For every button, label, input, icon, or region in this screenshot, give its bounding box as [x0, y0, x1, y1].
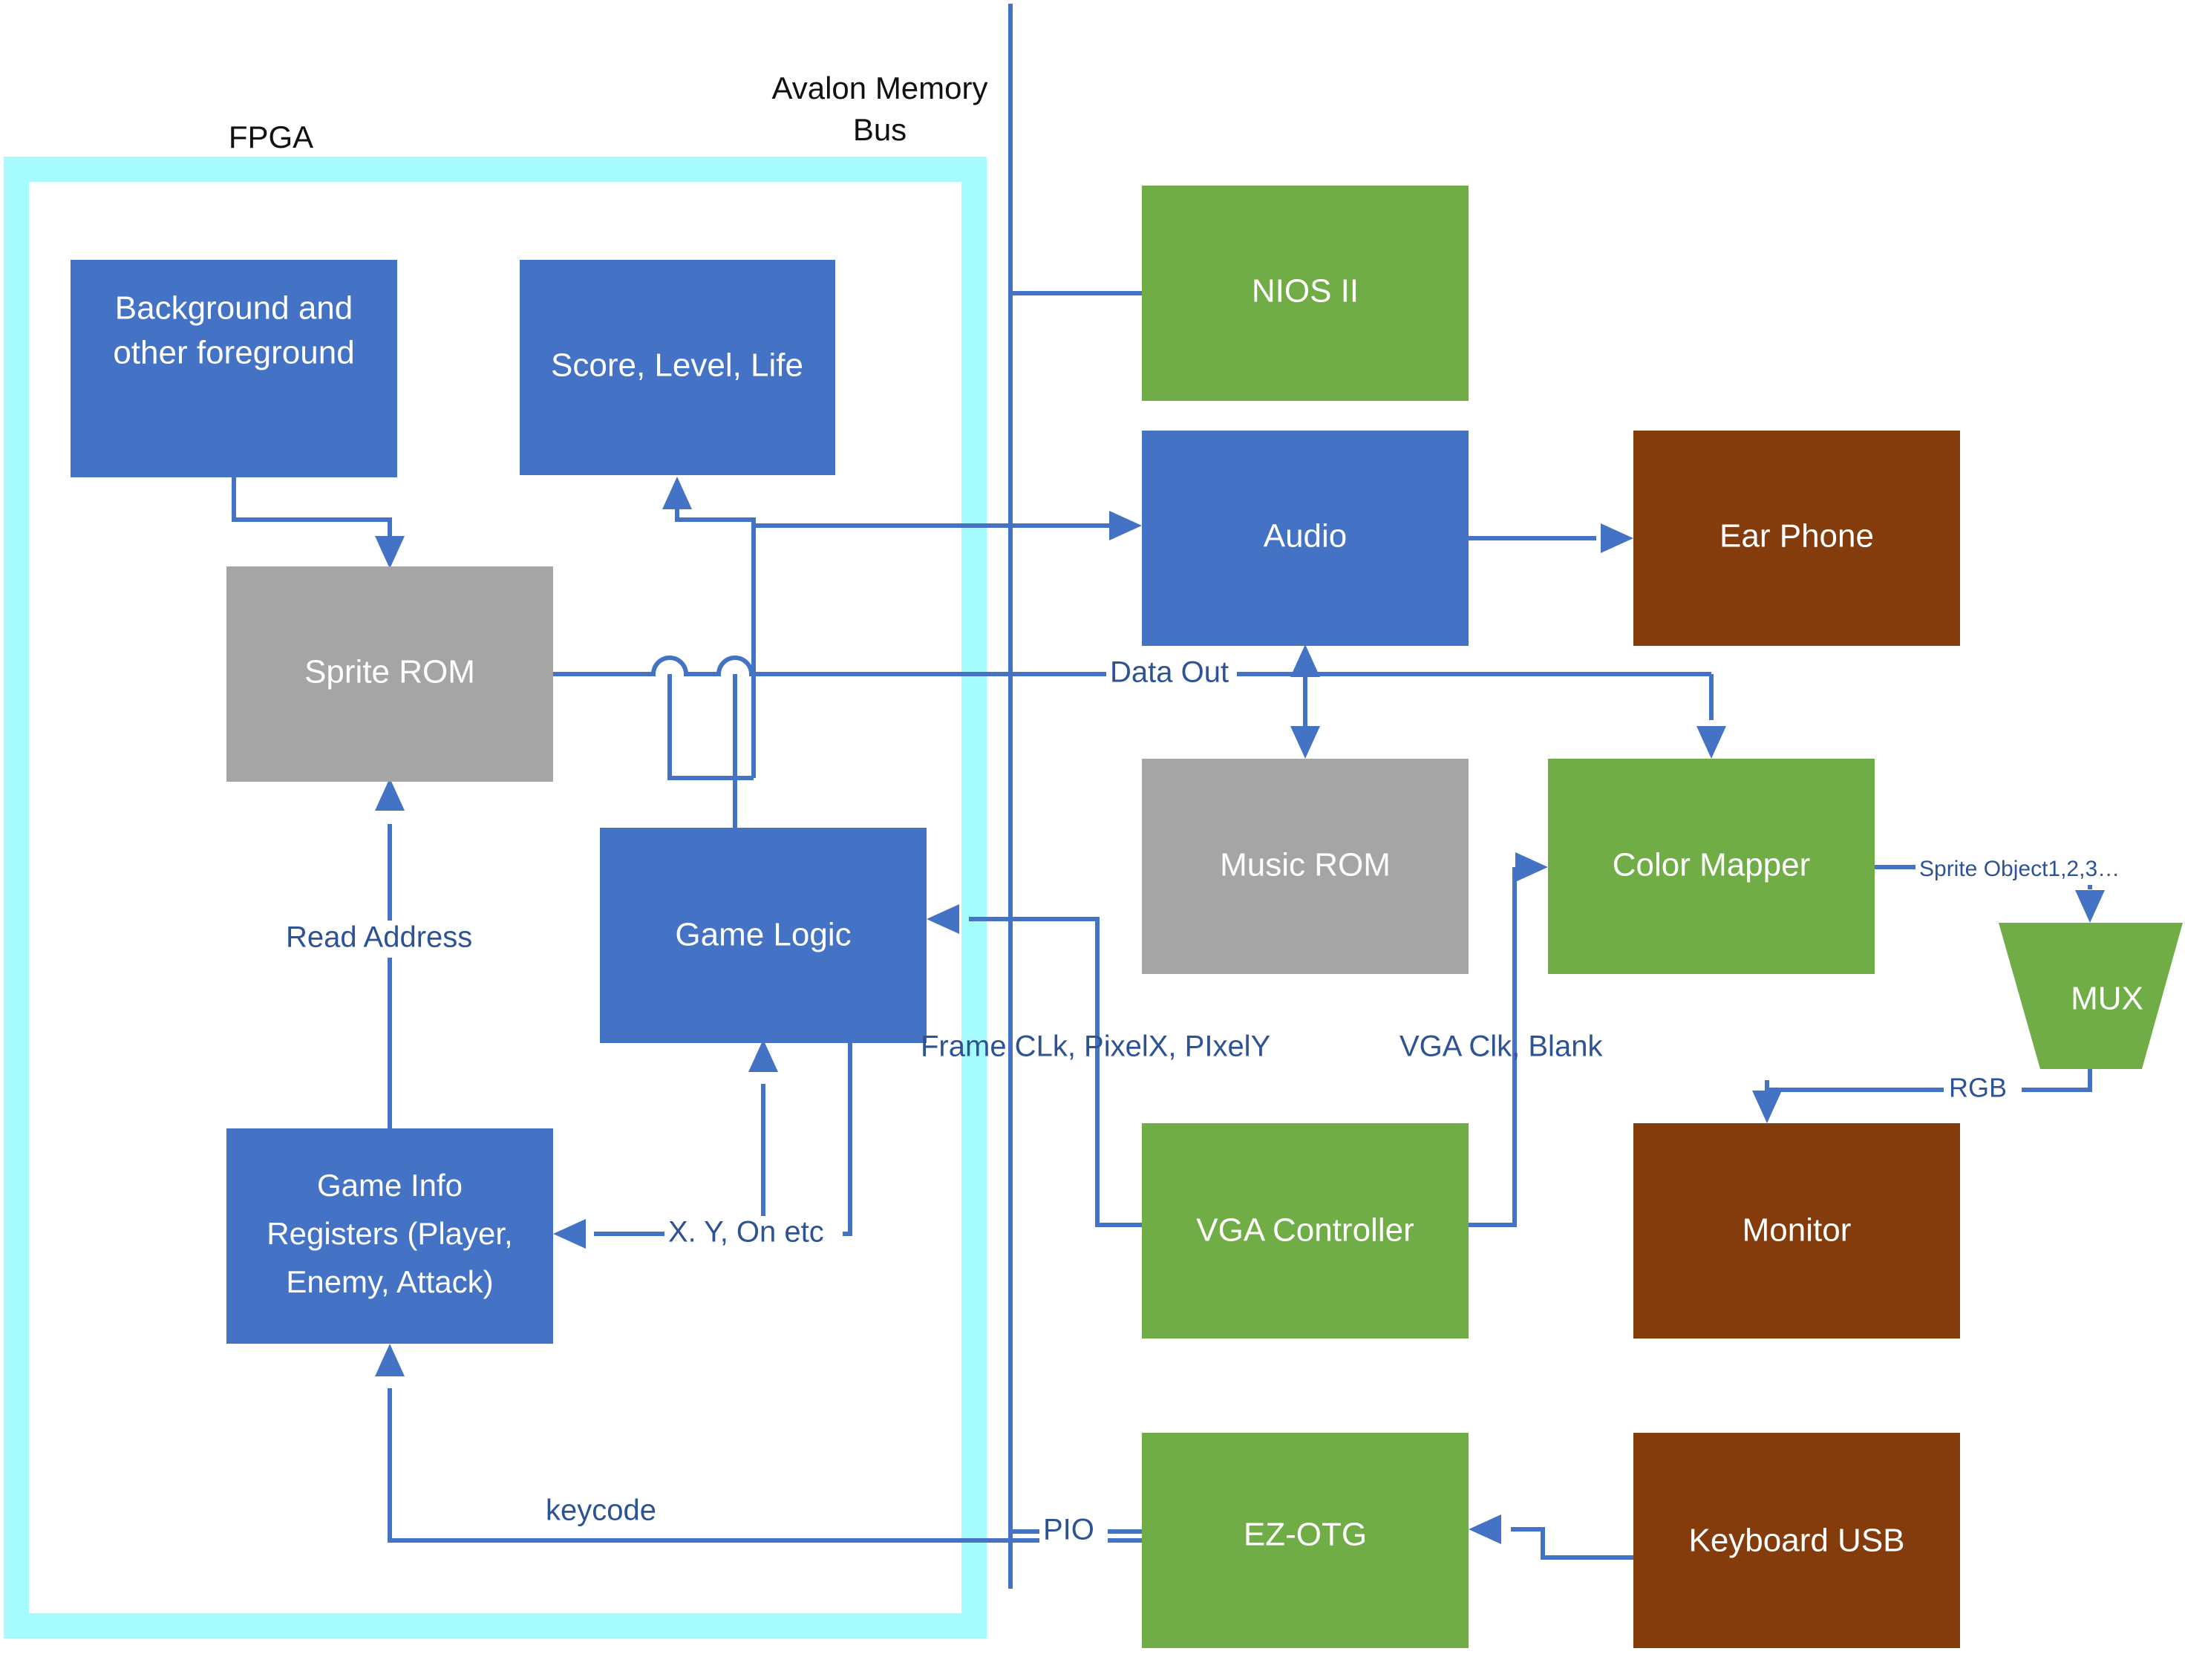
block-game-info-registers-label-2: Registers (Player, — [267, 1216, 512, 1251]
block-game-logic-label: Game Logic — [675, 917, 851, 953]
wire-label-keycode: keycode — [540, 1494, 673, 1531]
wire-background-to-sprite-rom — [232, 477, 392, 549]
block-monitor-label: Monitor — [1743, 1212, 1852, 1249]
wire-label-sprite-object: Sprite Object1,2,3… — [1915, 854, 2160, 885]
wire-hop1-to-score — [667, 674, 754, 780]
arrowhead-music-rom-top — [1290, 726, 1320, 759]
block-vga-controller[interactable]: VGA Controller — [1142, 1123, 1469, 1339]
arrowhead-sprite-rom-top — [375, 536, 405, 569]
block-mux-label: MUX — [2071, 981, 2143, 1017]
block-score-level-life[interactable]: Score, Level, Life — [520, 260, 835, 475]
avalon-bus-label-line1: Avalon Memory — [771, 71, 987, 105]
wire-label-data-out-text: Data Out — [1110, 656, 1229, 689]
block-sprite-rom[interactable]: Sprite ROM — [226, 566, 553, 782]
fpga-block-diagram: Background and other foreground Score, L… — [0, 0, 2185, 1680]
block-color-mapper[interactable]: Color Mapper — [1548, 759, 1875, 974]
block-background-foreground-label-1: Background and — [115, 290, 353, 327]
avalon-bus-label-line2: Bus — [853, 112, 907, 147]
block-game-info-registers[interactable]: Game Info Registers (Player, Enemy, Atta… — [226, 1128, 553, 1344]
wire-score-feed — [675, 496, 756, 778]
block-keyboard-usb-label: Keyboard USB — [1688, 1523, 1904, 1559]
block-ez-otg[interactable]: EZ-OTG — [1142, 1433, 1469, 1648]
block-audio-label: Audio — [1264, 518, 1348, 555]
fpga-label: FPGA — [229, 120, 313, 154]
wire-label-x-y-on-etc-text: X. Y, On etc — [668, 1216, 824, 1249]
wire-label-frame-clk-pixel-text: Frame CLk, PixelX, PIxelY — [921, 1030, 1270, 1063]
block-ez-otg-label: EZ-OTG — [1244, 1517, 1367, 1553]
arrowhead-monitor-top — [1752, 1091, 1782, 1123]
wire-label-rgb-text: RGB — [1949, 1073, 2007, 1103]
block-vga-controller-label: VGA Controller — [1196, 1212, 1414, 1249]
wire-keyboard-to-ezotg — [1511, 1527, 1633, 1560]
arrowhead-audio-bottom — [1290, 644, 1320, 677]
block-background-foreground-label-2: other foreground — [113, 335, 354, 371]
wire-label-vga-clk-blank-text: VGA Clk, Blank — [1399, 1030, 1603, 1063]
wire-label-frame-clk-pixel: Frame CLk, PixelX, PIxelY — [921, 1030, 1270, 1063]
wire-label-read-address-text: Read Address — [286, 921, 472, 954]
arrowhead-game-info-right — [553, 1219, 586, 1249]
block-mux[interactable]: MUX — [1999, 923, 2183, 1069]
arrowhead-game-logic-bottom — [748, 1039, 778, 1072]
arrowhead-mux-top — [2075, 890, 2105, 923]
wire-frame-clk-pixel — [969, 917, 1142, 1227]
block-ear-phone[interactable]: Ear Phone — [1633, 431, 1960, 646]
block-sprite-rom-label: Sprite ROM — [304, 654, 475, 690]
wire-label-rgb: RGB — [1944, 1073, 2022, 1106]
arrowhead-color-mapper-top — [1696, 726, 1726, 759]
block-keyboard-usb[interactable]: Keyboard USB — [1633, 1433, 1960, 1648]
block-music-rom[interactable]: Music ROM — [1142, 759, 1469, 974]
wire-label-sprite-object-text: Sprite Object1,2,3… — [1919, 857, 2120, 881]
block-game-info-registers-label-1: Game Info — [317, 1168, 463, 1203]
arrowhead-sprite-rom-bottom — [375, 778, 405, 811]
block-color-mapper-label: Color Mapper — [1613, 847, 1811, 883]
wire-xy-on-etc — [594, 1043, 852, 1236]
block-game-logic[interactable]: Game Logic — [600, 828, 927, 1043]
wire-game-logic-to-audio — [751, 523, 1113, 778]
wire-label-read-address: Read Address — [282, 921, 490, 958]
block-nios-ii[interactable]: NIOS II — [1142, 186, 1469, 401]
wire-label-keycode-text: keycode — [546, 1494, 656, 1527]
arrowhead-game-info-bottom — [375, 1344, 405, 1376]
wire-sprite-rom-data-out — [553, 656, 1113, 676]
arrowhead-game-logic-right — [927, 904, 959, 934]
wire-label-x-y-on-etc: X. Y, On etc — [664, 1216, 843, 1252]
block-score-level-life-label: Score, Level, Life — [551, 347, 803, 384]
wire-rgb-mux-to-monitor — [1765, 1069, 2092, 1092]
block-music-rom-label: Music ROM — [1220, 847, 1391, 883]
wire-label-data-out: Data Out — [1106, 656, 1237, 692]
arrowhead-audio-left — [1109, 511, 1142, 540]
arrowhead-earphone-left — [1601, 523, 1633, 553]
block-ear-phone-label: Ear Phone — [1719, 518, 1874, 555]
block-game-info-registers-label-3: Enemy, Attack) — [286, 1264, 493, 1299]
block-audio[interactable]: Audio — [1142, 431, 1469, 646]
block-background-foreground[interactable]: Background and other foreground — [71, 260, 397, 477]
block-monitor[interactable]: Monitor — [1633, 1123, 1960, 1339]
arrowhead-color-mapper-left — [1515, 852, 1548, 882]
wire-label-pio-text: PIO — [1043, 1514, 1094, 1546]
arrowhead-score-bottom — [662, 477, 692, 509]
block-nios-ii-label: NIOS II — [1252, 273, 1359, 310]
arrowhead-ezotg-right — [1469, 1514, 1501, 1544]
wire-keycode — [388, 1388, 1142, 1543]
wire-label-vga-clk-blank: VGA Clk, Blank — [1399, 1030, 1603, 1063]
wire-label-pio: PIO — [1039, 1514, 1108, 1550]
diagram-canvas: Background and other foreground Score, L… — [4, 4, 2183, 1648]
